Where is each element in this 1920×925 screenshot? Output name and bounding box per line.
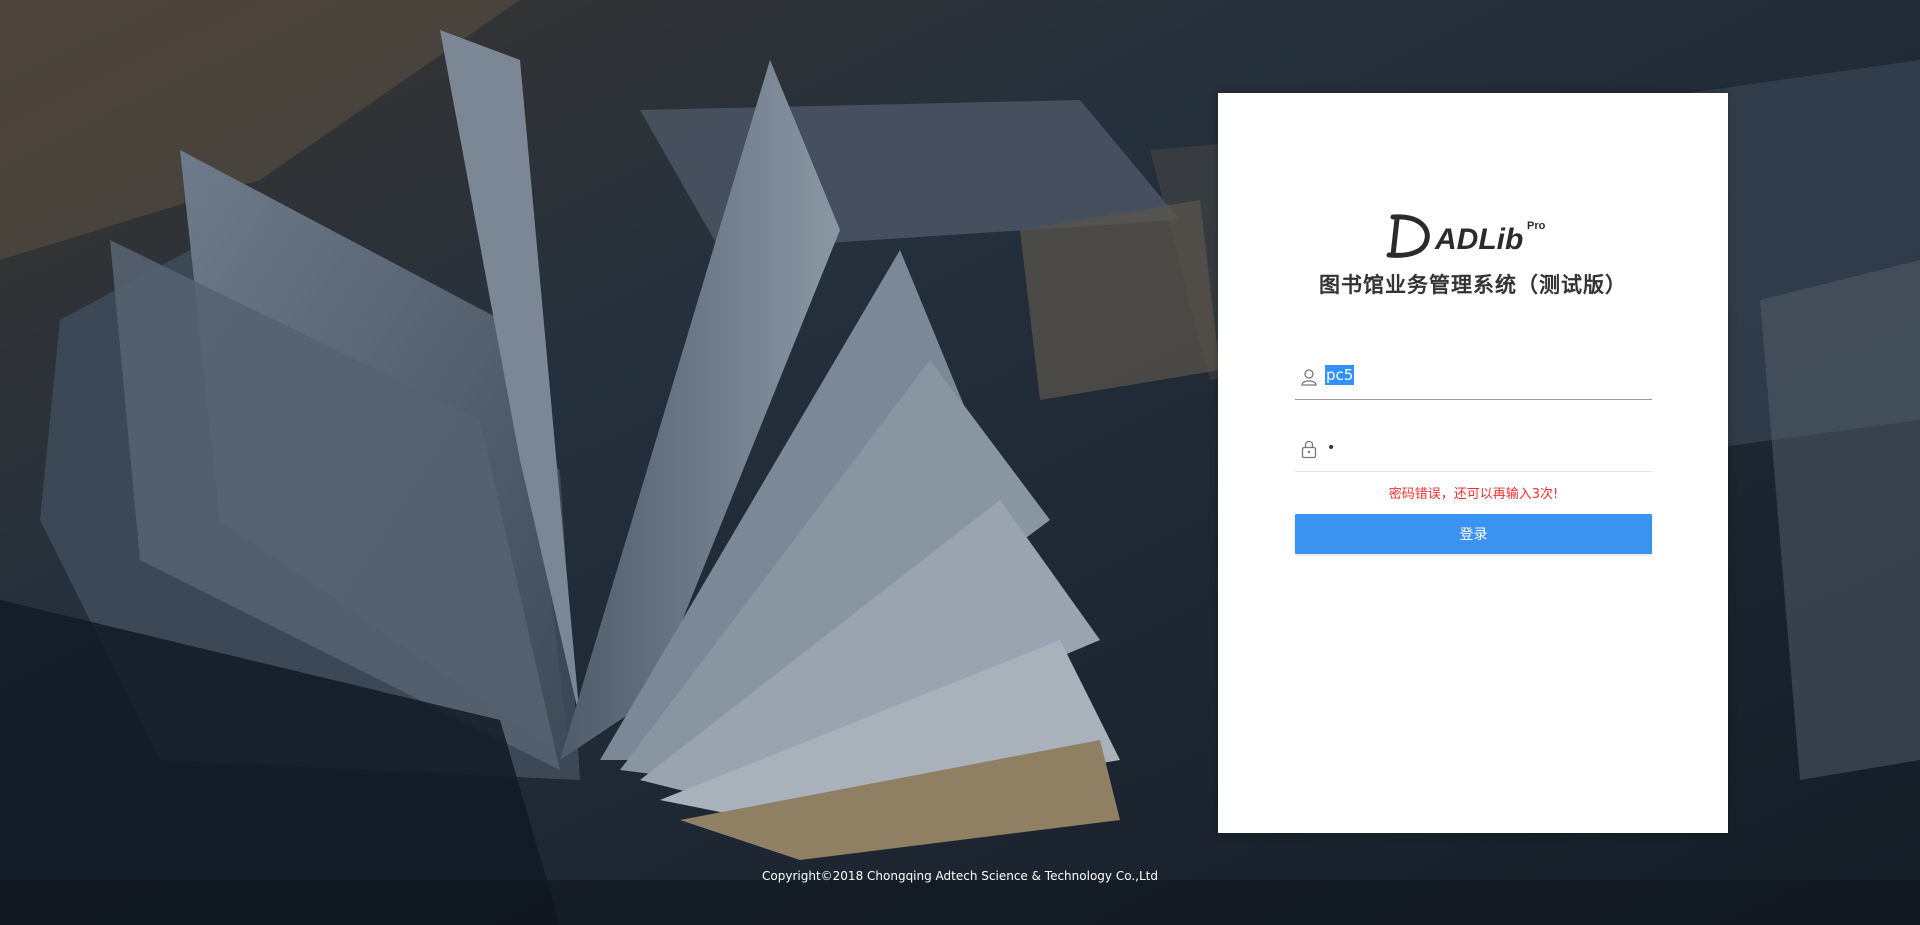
copyright-text: Copyright©2018 Chongqing Adtech Science … [762, 869, 1158, 883]
adlib-logo: ADLib Pro [1218, 211, 1728, 259]
error-message: 密码错误，还可以再输入3次! [1388, 487, 1559, 502]
username-field[interactable]: pc5 [1295, 355, 1652, 400]
logo-badge: Pro [1527, 220, 1546, 232]
password-value[interactable]: • [1327, 438, 1335, 458]
logo-text: ADLib [1434, 223, 1523, 256]
password-field[interactable]: • [1295, 427, 1652, 472]
lock-icon [1301, 440, 1317, 459]
username-value[interactable]: pc5 [1325, 365, 1355, 385]
user-icon [1301, 369, 1317, 386]
login-page: ADLib Pro 图书馆业务管理系统（测试版） pc5 • 密码错误，还可以再… [0, 0, 1920, 925]
login-button[interactable]: 登录 [1295, 514, 1652, 554]
system-title: 图书馆业务管理系统（测试版） [1319, 273, 1627, 297]
login-card: ADLib Pro 图书馆业务管理系统（测试版） pc5 • 密码错误，还可以再… [1218, 93, 1728, 833]
